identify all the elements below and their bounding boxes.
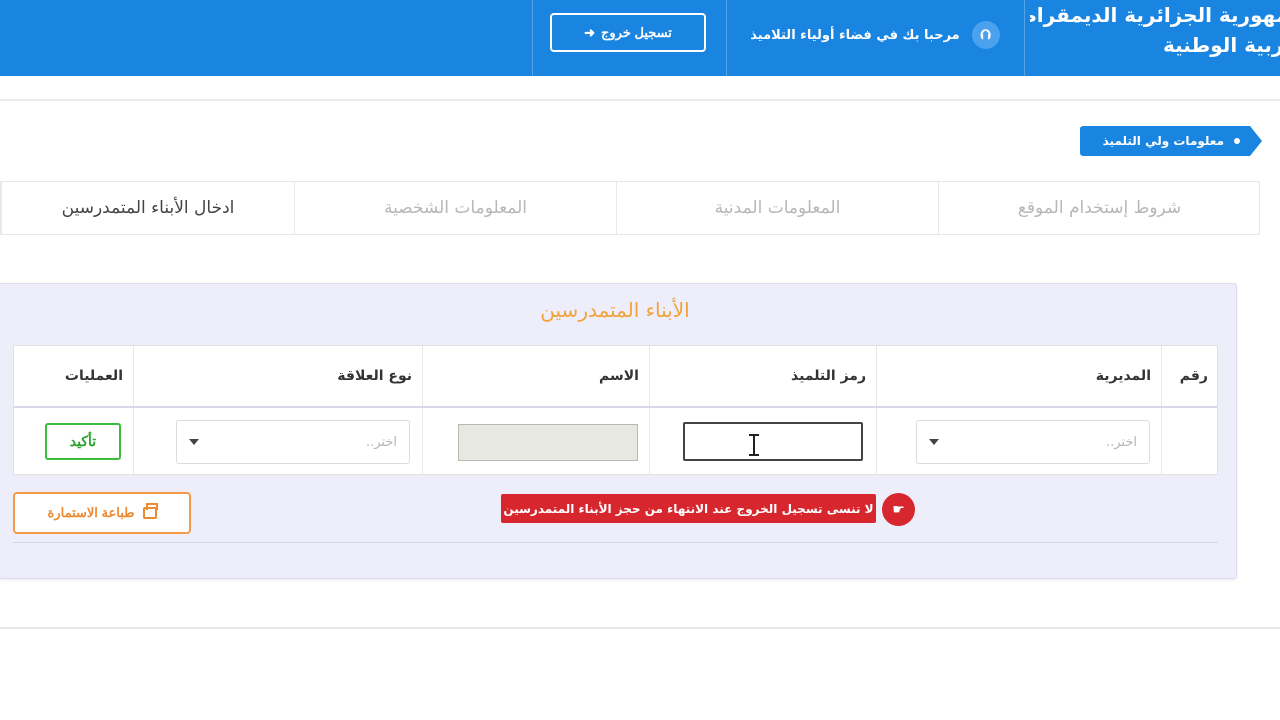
confirm-button[interactable]: تأكيد — [45, 423, 121, 460]
alert-text: لا تنسى تسجيل الخروج عند الانتهاء من حجز… — [503, 501, 874, 516]
column-divider — [649, 408, 650, 474]
welcome-text: مرحبا بك في فضاء أولياء التلاميذ — [750, 27, 960, 43]
tab-civil-info[interactable]: المعلومات المدنية — [616, 182, 938, 234]
column-header-actions: العمليات — [64, 368, 123, 384]
logout-reminder-alert: لا تنسى تسجيل الخروج عند الانتهاء من حجز… — [501, 494, 876, 523]
relation-placeholder: اختر.. — [365, 434, 397, 450]
tab-terms-of-use[interactable]: شروط إستخدام الموقع — [938, 182, 1260, 234]
bullet-icon — [1234, 138, 1240, 144]
panel-title: الأبناء المتمدرسين — [540, 298, 690, 322]
ministry-title-line-2: وزارة التربية الوطنية — [1162, 33, 1280, 57]
tab-enter-children[interactable]: ادخال الأبناء المتمدرسين — [1, 182, 294, 234]
directorate-placeholder: اختر.. — [1105, 434, 1137, 450]
breadcrumb-label: معلومات ولي التلميذ — [1102, 134, 1224, 148]
children-table: رقم المديرية رمز التلميذ الاسم نوع العلا… — [13, 345, 1218, 475]
tab-label: ادخال الأبناء المتمدرسين — [61, 198, 235, 218]
column-header-directorate: المديرية — [876, 346, 1161, 406]
header-divider — [532, 0, 533, 76]
student-code-input[interactable] — [683, 422, 863, 461]
ministry-title-line-1: الجمهورية الجزائرية الديمقراطية الشعبية — [1030, 3, 1280, 27]
home-arrow-icon: ⮉ — [971, 21, 1000, 49]
bottom-divider — [0, 627, 1280, 629]
wizard-tabs: شروط إستخدام الموقع المعلومات المدنية ال… — [0, 181, 1260, 235]
column-divider — [1161, 408, 1162, 474]
hand-pointer-icon: ☛ — [882, 493, 915, 526]
relation-select[interactable]: اختر.. — [176, 420, 410, 464]
column-header-student-code: رمز التلميذ — [649, 346, 876, 406]
welcome-message: ⮉ مرحبا بك في فضاء أولياء التلاميذ — [726, 0, 1024, 70]
header-divider — [14, 406, 1217, 408]
text-cursor-icon — [749, 434, 759, 456]
chevron-down-icon — [929, 439, 939, 445]
print-label: طباعة الاستمارة — [47, 505, 135, 520]
printer-icon — [142, 503, 158, 519]
logout-button[interactable]: تسجيل خروج ➜ — [550, 13, 706, 52]
tab-label: شروط إستخدام الموقع — [1017, 198, 1182, 218]
ministry-title: الجمهورية الجزائرية الديمقراطية الشعبية … — [1030, 0, 1280, 70]
top-header: الجمهورية الجزائرية الديمقراطية الشعبية … — [0, 0, 1280, 76]
column-divider — [133, 408, 134, 474]
chevron-down-icon — [189, 439, 199, 445]
tab-label: المعلومات الشخصية — [383, 198, 528, 218]
tab-personal-info[interactable]: المعلومات الشخصية — [294, 182, 616, 234]
divider — [0, 99, 1280, 101]
student-name-field — [458, 424, 638, 461]
column-header-number: رقم — [1161, 346, 1218, 406]
header-divider — [1024, 0, 1025, 76]
tab-label: المعلومات المدنية — [714, 198, 841, 218]
sign-out-icon: ➜ — [584, 24, 596, 40]
breadcrumb-badge: معلومات ولي التلميذ — [1080, 126, 1262, 156]
column-header-name: الاسم — [422, 346, 649, 406]
print-form-button[interactable]: طباعة الاستمارة — [13, 492, 191, 534]
logout-label: تسجيل خروج — [601, 24, 672, 40]
column-header-relation: نوع العلاقة — [133, 346, 422, 406]
panel-divider — [13, 542, 1218, 543]
column-divider — [876, 408, 877, 474]
column-divider — [422, 408, 423, 474]
directorate-select[interactable]: اختر.. — [916, 420, 1150, 464]
